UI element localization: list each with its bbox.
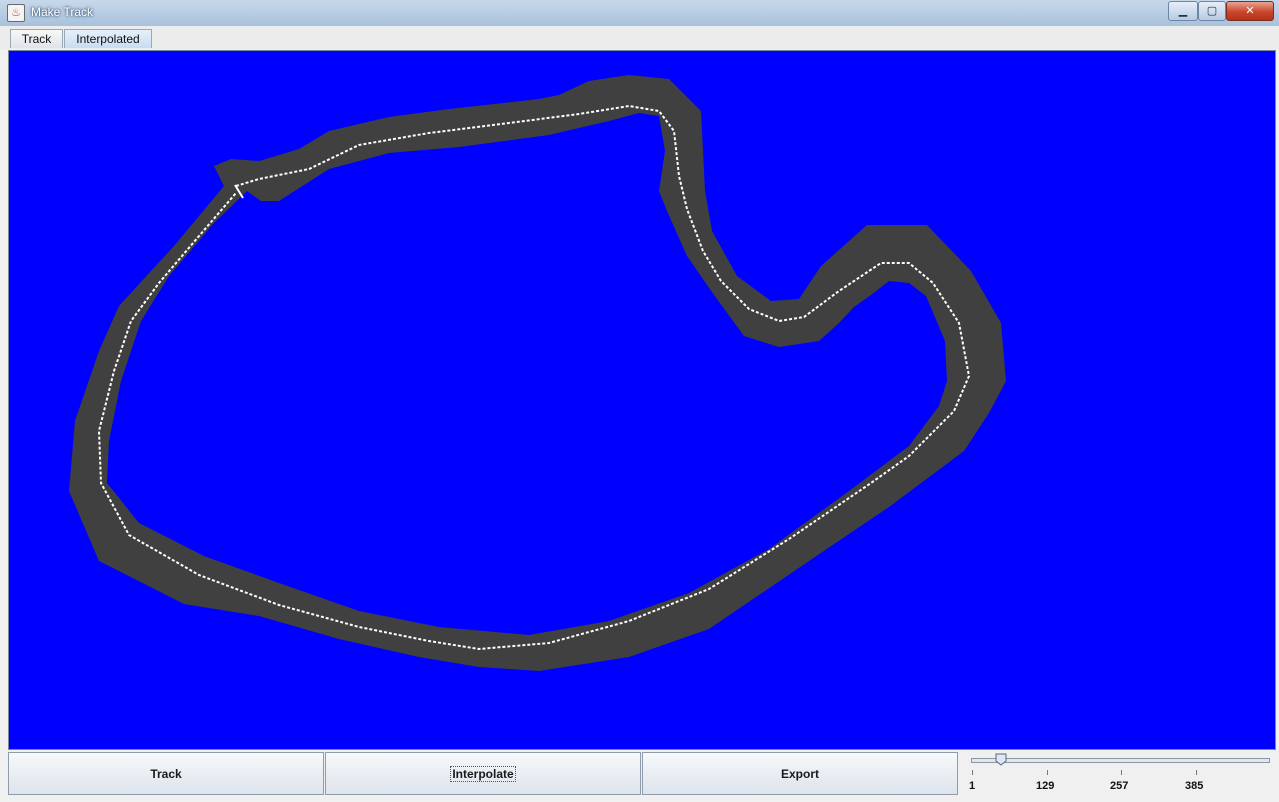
track-button[interactable]: Track	[8, 752, 324, 795]
track-canvas[interactable]	[8, 50, 1276, 750]
close-button[interactable]: ✕	[1226, 1, 1274, 21]
export-button-label: Export	[780, 766, 819, 781]
slider-tick-label: 129	[1036, 780, 1055, 792]
window-titlebar[interactable]: ♨ Make Track ▁ ▢ ✕	[0, 0, 1279, 27]
slider-tick	[1121, 770, 1122, 775]
tab-interpolated[interactable]: Interpolated	[64, 29, 152, 48]
tab-bar: Track Interpolated	[0, 26, 1279, 49]
slider-tick-label: 1	[969, 780, 976, 792]
java-cup-icon: ♨	[7, 4, 25, 22]
tab-track[interactable]: Track	[10, 29, 63, 48]
slider-tick	[1196, 770, 1197, 775]
slider-tick-label: 257	[1110, 780, 1129, 792]
slider-tick	[972, 770, 973, 775]
maximize-button[interactable]: ▢	[1198, 1, 1226, 21]
point-slider[interactable]: 1 129 257 385	[964, 752, 1276, 796]
slider-thumb[interactable]	[995, 753, 1007, 766]
window-title: Make Track	[31, 5, 94, 19]
slider-tick	[1047, 770, 1048, 775]
interpolate-button[interactable]: Interpolate	[325, 752, 641, 795]
minimize-button[interactable]: ▁	[1168, 1, 1198, 21]
slider-track[interactable]	[971, 758, 1270, 763]
bottom-toolbar: Track Interpolate Export 1 129 257 385	[8, 752, 1276, 796]
export-button[interactable]: Export	[642, 752, 958, 795]
slider-tick-label: 385	[1185, 780, 1204, 792]
interpolate-button-label: Interpolate	[450, 765, 516, 782]
track-button-label: Track	[150, 766, 182, 781]
track-drawing	[9, 51, 1275, 749]
